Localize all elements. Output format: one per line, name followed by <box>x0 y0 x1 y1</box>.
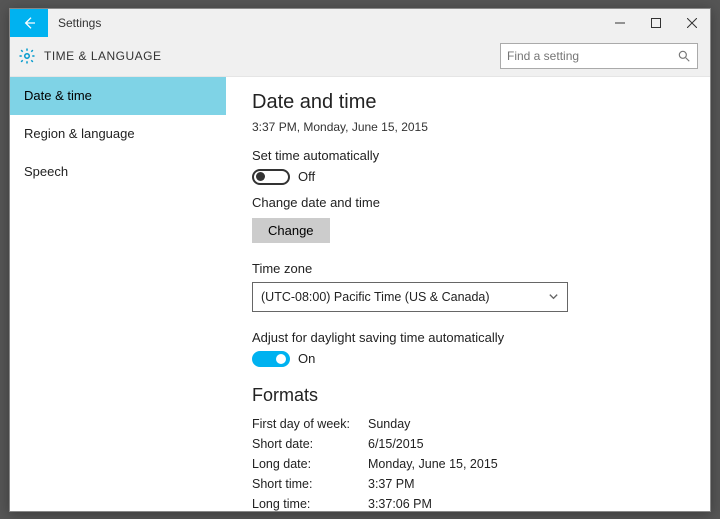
format-key: Long date: <box>252 454 368 474</box>
format-key: Short time: <box>252 474 368 494</box>
timezone-label: Time zone <box>252 261 692 276</box>
back-arrow-icon <box>21 15 37 31</box>
maximize-icon <box>651 18 661 28</box>
sidebar-item-label: Region & language <box>24 126 135 141</box>
format-key: First day of week: <box>252 414 368 434</box>
toggle-state: On <box>298 351 315 366</box>
sidebar-item-label: Date & time <box>24 88 92 103</box>
timezone-value: (UTC-08:00) Pacific Time (US & Canada) <box>261 290 490 304</box>
table-row: Long date:Monday, June 15, 2015 <box>252 454 498 474</box>
titlebar: Settings <box>10 9 710 37</box>
table-row: Short time:3:37 PM <box>252 474 498 494</box>
timezone-dropdown[interactable]: (UTC-08:00) Pacific Time (US & Canada) <box>252 282 568 312</box>
format-value: 6/15/2015 <box>368 434 498 454</box>
sidebar-item-speech[interactable]: Speech <box>10 153 226 191</box>
header-title: TIME & LANGUAGE <box>44 49 162 63</box>
search-input[interactable] <box>507 49 677 63</box>
gear-icon <box>18 47 36 65</box>
table-row: First day of week:Sunday <box>252 414 498 434</box>
close-button[interactable] <box>674 9 710 37</box>
toggle-state: Off <box>298 169 315 184</box>
current-datetime: 3:37 PM, Monday, June 15, 2015 <box>252 120 692 134</box>
minimize-button[interactable] <box>602 9 638 37</box>
change-datetime-label: Change date and time <box>252 195 692 210</box>
auto-time-toggle[interactable]: Off <box>252 169 692 185</box>
sidebar-item-label: Speech <box>24 164 68 179</box>
minimize-icon <box>615 18 625 28</box>
toggle-switch-off[interactable] <box>252 169 290 185</box>
format-key: Short date: <box>252 434 368 454</box>
dst-label: Adjust for daylight saving time automati… <box>252 330 692 345</box>
back-button[interactable] <box>10 9 48 37</box>
format-value: 3:37 PM <box>368 474 498 494</box>
search-icon <box>677 49 691 63</box>
formats-heading: Formats <box>252 385 692 406</box>
auto-time-label: Set time automatically <box>252 148 692 163</box>
sidebar-item-date-time[interactable]: Date & time <box>10 77 226 115</box>
maximize-button[interactable] <box>638 9 674 37</box>
formats-table: First day of week:Sunday Short date:6/15… <box>252 414 498 511</box>
format-value: Sunday <box>368 414 498 434</box>
table-row: Short date:6/15/2015 <box>252 434 498 454</box>
toggle-switch-on[interactable] <box>252 351 290 367</box>
settings-window: Settings TIME & LANGUAGE Date & time <box>9 8 711 512</box>
table-row: Long time:3:37:06 PM <box>252 494 498 511</box>
format-value: Monday, June 15, 2015 <box>368 454 498 474</box>
chevron-down-icon <box>548 291 559 302</box>
format-value: 3:37:06 PM <box>368 494 498 511</box>
format-key: Long time: <box>252 494 368 511</box>
change-button[interactable]: Change <box>252 218 330 243</box>
content: Date and time 3:37 PM, Monday, June 15, … <box>226 77 710 511</box>
body: Date & time Region & language Speech Dat… <box>10 77 710 511</box>
dst-toggle[interactable]: On <box>252 351 692 367</box>
window-title: Settings <box>48 9 111 37</box>
close-icon <box>687 18 697 28</box>
page-title: Date and time <box>252 91 692 114</box>
sidebar: Date & time Region & language Speech <box>10 77 226 511</box>
sidebar-item-region-language[interactable]: Region & language <box>10 115 226 153</box>
header: TIME & LANGUAGE <box>10 37 710 77</box>
search-box[interactable] <box>500 43 698 69</box>
